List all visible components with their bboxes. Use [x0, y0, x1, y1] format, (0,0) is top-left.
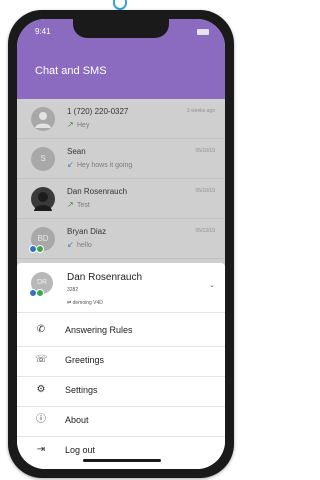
menu-item-about[interactable]: ⓘ About [17, 407, 225, 435]
menu-item-greetings[interactable]: ☏ Greetings [17, 347, 225, 375]
app-header: 9:41 Chat and SMS [17, 19, 225, 99]
top-decoration [113, 0, 127, 10]
chevron-down-icon[interactable]: ⌄ [209, 281, 215, 289]
conversation-name: Sean [67, 147, 86, 156]
conversation-preview: ↗ Hey [67, 120, 90, 129]
phone-frame: 9:41 Chat and SMS 1 (720) 220-0327 ↗ Hey … [8, 10, 234, 478]
presence-badge [36, 289, 44, 297]
menu-item-label: Answering Rules [65, 325, 133, 335]
conversation-date: 3 weeks ago [186, 108, 215, 114]
incoming-arrow-icon: ↙ [67, 160, 74, 169]
avatar: S [31, 147, 55, 171]
presence-badge [36, 245, 44, 253]
menu-item-settings[interactable]: ⚙ Settings [17, 377, 225, 405]
menu-item-label: Log out [65, 445, 96, 455]
voicemail-call-icon: ✆ [36, 324, 46, 335]
conversation-name: 1 (720) 220-0327 [67, 107, 129, 116]
menu-item-label: About [65, 415, 89, 425]
logout-icon: ⇥ [36, 444, 46, 455]
phone-screen: 9:41 Chat and SMS 1 (720) 220-0327 ↗ Hey … [17, 19, 225, 469]
conversation-date: 05/10/19 [195, 188, 215, 194]
gear-icon: ⚙ [36, 384, 46, 395]
conversation-name: Bryan Diaz [67, 227, 107, 236]
incoming-arrow-icon: ↙ [67, 240, 74, 249]
conversation-row[interactable]: Dan Rosenrauch ↗ Test 05/10/19 [17, 179, 225, 219]
account-menu-sheet: DR Dan Rosenrauch 3282 ⇄ demoing V4D ⌄ ✆… [17, 263, 225, 469]
conversation-row[interactable]: 1 (720) 220-0327 ↗ Hey 3 weeks ago [17, 99, 225, 139]
phone-notch [73, 19, 169, 38]
page-title: Chat and SMS [35, 65, 107, 77]
conversation-date: 05/13/19 [195, 228, 215, 234]
conversation-preview: ↙ hello [67, 240, 92, 249]
account-device: ⇄ demoing V4D [67, 300, 103, 306]
battery-icon [197, 29, 209, 35]
avatar [31, 107, 55, 131]
conversation-list: 1 (720) 220-0327 ↗ Hey 3 weeks ago S Sean… [17, 99, 225, 299]
account-extension: 3282 [67, 287, 79, 293]
account-name: Dan Rosenrauch [67, 272, 143, 283]
outgoing-arrow-icon: ↗ [67, 200, 74, 209]
menu-item-label: Greetings [65, 355, 105, 365]
person-icon [35, 112, 51, 128]
home-indicator[interactable] [83, 459, 161, 462]
conversation-row[interactable]: S Sean ↙ Hey hows it going 05/10/19 [17, 139, 225, 179]
conversation-preview: ↗ Test [67, 200, 90, 209]
person-photo-icon [34, 192, 52, 211]
info-icon: ⓘ [36, 414, 46, 425]
account-header[interactable]: DR Dan Rosenrauch 3282 ⇄ demoing V4D ⌄ [17, 263, 225, 313]
menu-item-label: Settings [65, 385, 98, 395]
greeting-phone-icon: ☏ [35, 354, 48, 365]
conversation-row[interactable]: BD Bryan Diaz ↙ hello 05/13/19 [17, 219, 225, 259]
conversation-date: 05/10/19 [195, 148, 215, 154]
conversation-preview: ↙ Hey hows it going [67, 160, 133, 169]
menu-item-answering-rules[interactable]: ✆ Answering Rules [17, 317, 225, 345]
conversation-name: Dan Rosenrauch [67, 187, 128, 196]
status-time: 9:41 [35, 27, 51, 36]
avatar [31, 187, 55, 211]
outgoing-arrow-icon: ↗ [67, 120, 74, 129]
